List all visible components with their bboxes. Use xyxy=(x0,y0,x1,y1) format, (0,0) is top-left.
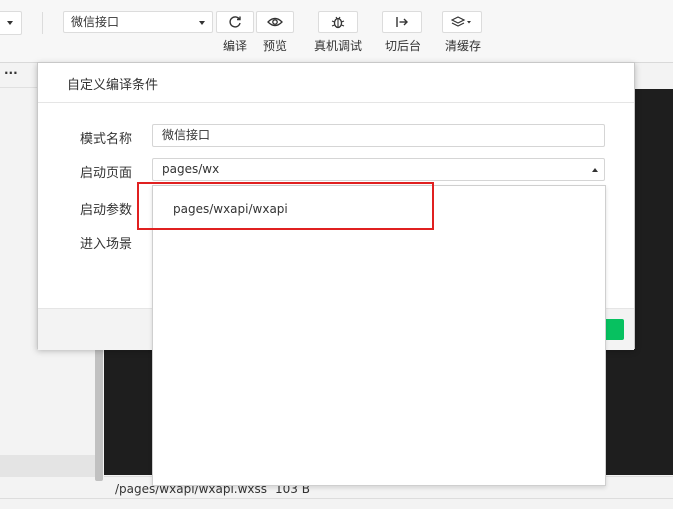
entry-scene-label: 进入场景 xyxy=(80,237,133,252)
top-toolbar: 微信接口 编译 预览 真机调试 切后台 清缓存 xyxy=(0,0,673,63)
toolbar-divider xyxy=(42,12,43,34)
dialog-divider xyxy=(38,102,634,103)
project-dropdown-button[interactable] xyxy=(0,11,22,35)
launch-page-select[interactable]: pages/wx xyxy=(152,158,605,181)
mode-name-input[interactable]: 微信接口 xyxy=(152,124,605,147)
bug-icon xyxy=(331,16,345,29)
mode-name-label: 模式名称 xyxy=(80,132,133,147)
compile-label: 编译 xyxy=(222,39,247,53)
clear-cache-button[interactable]: 清缓存 xyxy=(442,11,484,54)
launch-page-label: 启动页面 xyxy=(80,166,133,181)
preview-label: 预览 xyxy=(262,39,287,53)
switch-background-icon xyxy=(396,17,408,27)
remote-debug-label: 真机调试 xyxy=(313,39,362,53)
launch-page-dropdown: pages/wxapi/wxapi xyxy=(152,185,606,486)
layers-icon xyxy=(451,16,471,27)
compile-mode-select[interactable]: 微信接口 xyxy=(63,11,213,33)
compile-mode-value: 微信接口 xyxy=(71,15,120,29)
refresh-icon xyxy=(229,16,241,28)
dialog-title: 自定义编译条件 xyxy=(67,78,159,93)
preview-button[interactable]: 预览 xyxy=(256,11,294,54)
remote-debug-button[interactable]: 真机调试 xyxy=(313,11,363,54)
panel-scrollbar[interactable] xyxy=(95,346,103,481)
more-icon[interactable]: ··· xyxy=(4,66,18,80)
chevron-down-icon xyxy=(199,21,205,25)
clear-cache-label: 清缓存 xyxy=(444,39,481,53)
launch-params-label: 启动参数 xyxy=(80,203,133,218)
bottom-strip xyxy=(0,498,673,509)
selected-tree-row[interactable] xyxy=(0,455,96,477)
switch-background-button[interactable]: 切后台 xyxy=(382,11,424,54)
eye-icon xyxy=(267,17,283,27)
chevron-up-icon xyxy=(592,168,598,172)
switch-background-label: 切后台 xyxy=(384,39,421,53)
compile-button[interactable]: 编译 xyxy=(216,11,254,54)
highlight-box xyxy=(137,182,434,230)
launch-page-value: pages/wx xyxy=(162,162,220,176)
